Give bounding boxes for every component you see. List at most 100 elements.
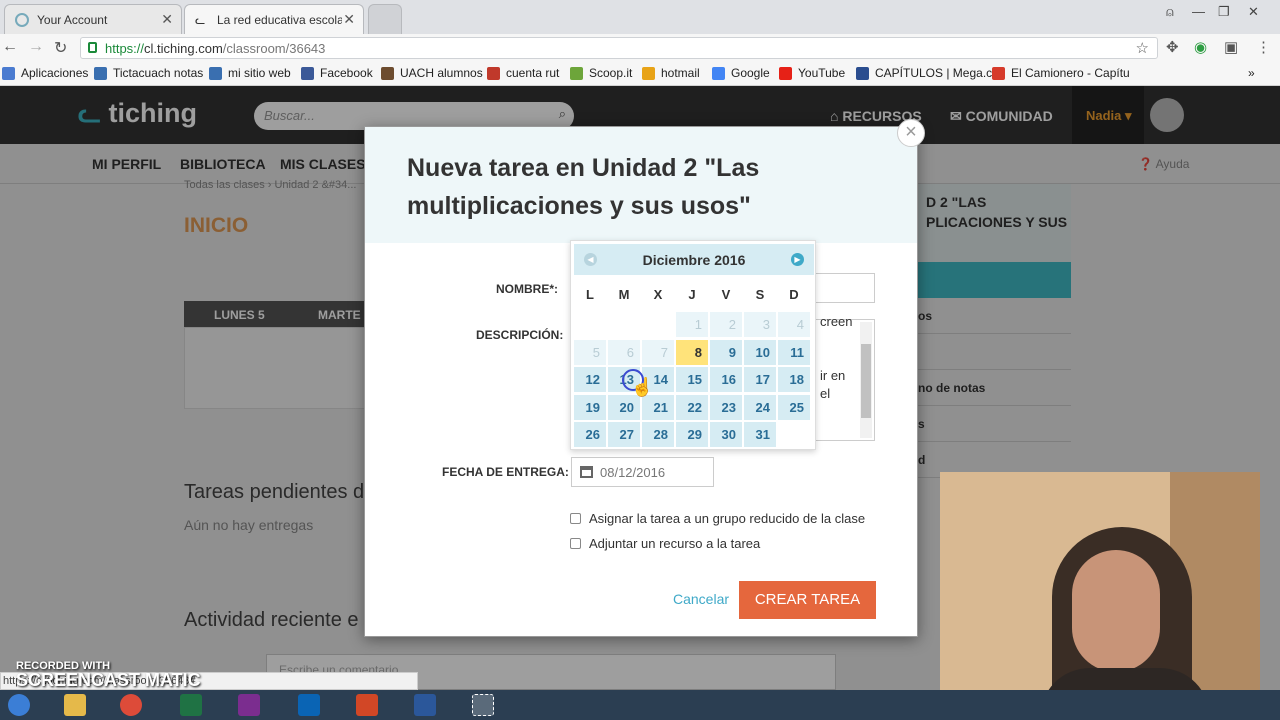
fecha-entrega-input[interactable]: 08/12/2016 xyxy=(571,457,714,487)
calendar-day[interactable]: 27 xyxy=(608,422,640,447)
bookmark-tictacuach[interactable]: Tictacuach notas xyxy=(94,66,203,80)
bookmark-star-icon[interactable]: ☆ xyxy=(1136,39,1149,57)
next-month-icon[interactable]: ▶ xyxy=(791,253,804,266)
calendar-day[interactable]: 6 xyxy=(608,339,640,365)
google-icon xyxy=(712,66,725,80)
descripcion-scrollbar[interactable] xyxy=(860,322,872,438)
maximize-icon[interactable]: ❐ xyxy=(1218,4,1230,20)
calendar-day[interactable]: 28 xyxy=(642,422,674,447)
fecha-value: 08/12/2016 xyxy=(600,465,666,480)
chrome-icon[interactable] xyxy=(120,694,142,716)
close-tab-icon[interactable]: ✕ xyxy=(161,11,173,28)
calendar-day[interactable]: 19 xyxy=(574,394,606,420)
bookmark-mi-sitio[interactable]: mi sitio web xyxy=(209,66,291,80)
calendar-day[interactable]: 12 xyxy=(574,367,606,392)
bookmark-google[interactable]: Google xyxy=(712,66,770,80)
reload-icon[interactable]: ↻ xyxy=(54,38,67,58)
calendar-day[interactable]: 20 xyxy=(608,394,640,420)
calendar-day[interactable]: 31 xyxy=(744,422,776,447)
close-tab-icon[interactable]: ✕ xyxy=(343,11,355,28)
back-arrow-icon[interactable]: ← xyxy=(2,38,18,56)
adjuntar-recurso-checkbox[interactable]: Adjuntar un recurso a la tarea xyxy=(570,536,760,551)
bookmark-label: hotmail xyxy=(661,66,700,80)
webcam-person-face xyxy=(1072,550,1160,672)
bookmark-cuenta-rut[interactable]: cuenta rut xyxy=(487,66,559,80)
bookmark-mega[interactable]: CAPÍTULOS | Mega.cl xyxy=(856,66,995,80)
checkbox-box[interactable] xyxy=(570,538,581,549)
bookmark-youtube[interactable]: YouTube xyxy=(779,66,845,80)
calendar-day[interactable]: 25 xyxy=(778,394,810,420)
bookmark-camionero[interactable]: El Camionero - Capítu xyxy=(992,66,1130,80)
calendar-day[interactable]: 8 xyxy=(676,339,708,365)
weekday-header: X xyxy=(653,287,663,302)
tab-your-account[interactable]: Your Account ✕ xyxy=(4,4,182,34)
calendar-day[interactable]: 9 xyxy=(710,339,742,365)
calendar-day[interactable]: 4 xyxy=(778,312,810,337)
powerpoint-icon[interactable] xyxy=(356,694,378,716)
calendar-day[interactable]: 10 xyxy=(744,339,776,365)
scrollbar-thumb[interactable] xyxy=(861,344,871,418)
more-bookmarks-icon[interactable]: » xyxy=(1248,66,1255,80)
new-tab-button[interactable] xyxy=(368,4,402,34)
word-icon[interactable] xyxy=(414,694,436,716)
outlook-icon[interactable] xyxy=(298,694,320,716)
descripcion-label: DESCRIPCIÓN: xyxy=(476,328,564,342)
youtube-icon xyxy=(779,66,792,80)
descripcion-text: ir en xyxy=(820,368,846,383)
browser-toolbar: ← → ↻ https://cl.tiching.com/classroom/3… xyxy=(0,34,1280,62)
menu-dots-icon[interactable]: ⋮ xyxy=(1256,38,1271,56)
address-bar[interactable]: https://cl.tiching.com/classroom/36643 ☆ xyxy=(80,37,1158,59)
calendar-day[interactable]: 15 xyxy=(676,367,708,392)
minimize-icon[interactable]: — xyxy=(1192,4,1205,19)
bookmark-aplicaciones[interactable]: Aplicaciones xyxy=(2,66,88,80)
calendar-day[interactable]: 2 xyxy=(710,312,742,337)
calendar-day[interactable]: 29 xyxy=(676,422,708,447)
user-profile-icon[interactable]: ⍝ xyxy=(1166,4,1174,20)
datepicker-header: ◀ Diciembre 2016 ▶ xyxy=(574,244,814,275)
crear-tarea-button[interactable]: CREAR TAREA xyxy=(739,581,876,619)
bookmark-label: mi sitio web xyxy=(228,66,291,80)
calendar-day[interactable]: 1 xyxy=(676,312,708,337)
start-button-icon[interactable] xyxy=(8,694,30,716)
descripcion-text: el xyxy=(820,386,831,401)
calendar-day[interactable]: 30 xyxy=(710,422,742,447)
calendar-day[interactable]: 18 xyxy=(778,367,810,392)
bookmark-uach[interactable]: UACH alumnos xyxy=(381,66,483,80)
extension-icon[interactable]: ✥ xyxy=(1166,38,1179,56)
calendar-day[interactable]: 17 xyxy=(744,367,776,392)
grupo-reducido-checkbox[interactable]: Asignar la tarea a un grupo reducido de … xyxy=(570,511,865,526)
modal-close-button[interactable]: × xyxy=(897,119,925,147)
bookmark-scoopit[interactable]: Scoop.it xyxy=(570,66,632,80)
calendar-day[interactable]: 26 xyxy=(574,422,606,447)
tiching-favicon-icon: ᓚ xyxy=(195,12,206,27)
calendar-day[interactable]: 21 xyxy=(642,394,674,420)
calendar-day[interactable]: 16 xyxy=(710,367,742,392)
nombre-label: NOMBRE*: xyxy=(496,282,558,296)
calendar-day[interactable]: 23 xyxy=(710,394,742,420)
checkbox-label: Adjuntar un recurso a la tarea xyxy=(589,536,761,551)
calendar-day[interactable]: 5 xyxy=(574,339,606,365)
bookmark-label: Facebook xyxy=(320,66,373,80)
bookmarks-bar: Aplicaciones Tictacuach notas mi sitio w… xyxy=(0,62,1280,86)
calendar-day[interactable]: 7 xyxy=(642,339,674,365)
file-explorer-icon[interactable] xyxy=(64,694,86,716)
tab-tiching[interactable]: ᓚ La red educativa escolar ✕ xyxy=(184,4,364,34)
onenote-icon[interactable] xyxy=(238,694,260,716)
extension-square-icon[interactable]: ▣ xyxy=(1224,38,1238,56)
calendar-day[interactable]: 11 xyxy=(778,339,810,365)
snipping-tool-icon[interactable] xyxy=(472,694,494,716)
excel-icon[interactable] xyxy=(180,694,202,716)
checkbox-box[interactable] xyxy=(570,513,581,524)
cancel-button[interactable]: Cancelar xyxy=(673,591,729,607)
new-extension-icon[interactable]: ◉ xyxy=(1194,38,1207,56)
calendar-day[interactable]: 24 xyxy=(744,394,776,420)
bookmark-facebook[interactable]: Facebook xyxy=(301,66,373,80)
bookmark-hotmail[interactable]: hotmail xyxy=(642,66,700,80)
window-close-icon[interactable]: ✕ xyxy=(1248,4,1259,20)
forward-arrow-icon[interactable]: → xyxy=(28,38,44,56)
bookmark-label: El Camionero - Capítu xyxy=(1011,66,1130,80)
weekday-header: V xyxy=(721,287,731,302)
scoopit-icon xyxy=(570,66,583,80)
calendar-day[interactable]: 3 xyxy=(744,312,776,337)
calendar-day[interactable]: 22 xyxy=(676,394,708,420)
